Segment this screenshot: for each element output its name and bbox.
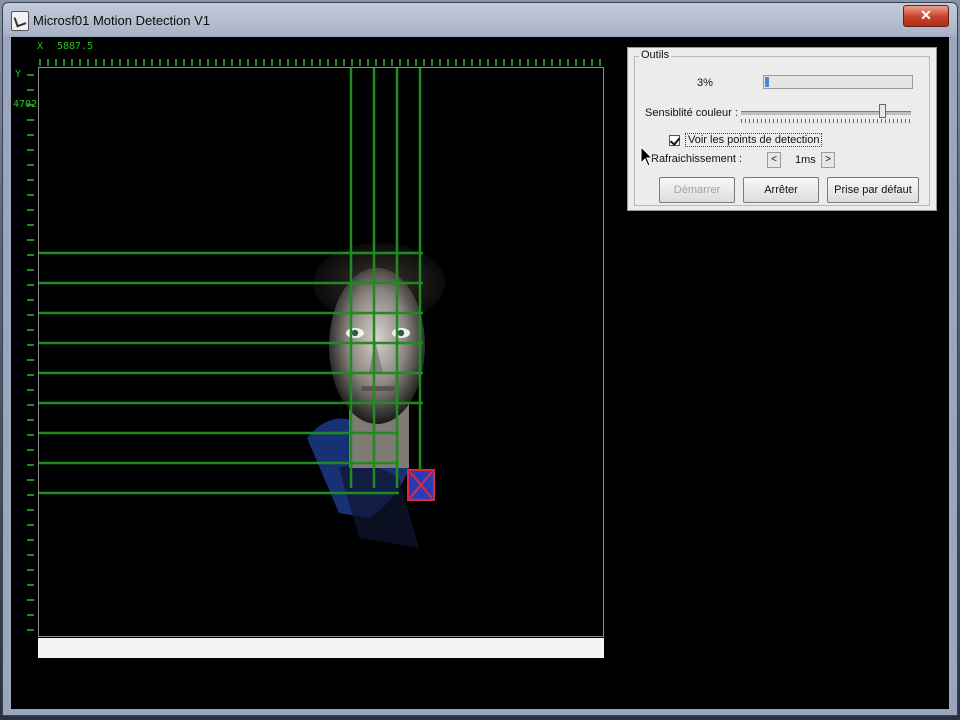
x-coordinate-readout: 5887.5 [57,41,94,52]
y-tick-ruler [27,74,34,631]
tools-groupbox: Outils 3% Sensiblité couleur : Voir les … [634,49,930,206]
tools-panel: Outils 3% Sensiblité couleur : Voir les … [627,47,937,211]
refresh-decrease-button[interactable]: < [767,152,781,168]
progress-bar [763,75,913,89]
close-icon: ✕ [920,7,932,23]
app-icon [11,11,29,31]
default-capture-button[interactable]: Prise par défaut [827,177,919,203]
close-button[interactable]: ✕ [903,5,949,27]
client-area: X 5887.5 Y 4702 Outils 3% Sensiblité cou… [11,37,949,709]
app-window: Microsf01 Motion Detection V1 ✕ X 5887.5… [2,2,958,716]
color-sensitivity-label: Sensiblité couleur : [645,107,738,119]
refresh-value: 1ms [795,154,816,166]
refresh-label: Rafraichissement : [651,153,743,165]
tools-title: Outils [639,49,672,61]
slider-thumb[interactable] [879,104,886,118]
stop-button[interactable]: Arrêter [743,177,819,203]
show-detection-points-label[interactable]: Voir les points de detection [685,133,823,147]
cursor-icon [640,146,654,167]
camera-view[interactable] [38,67,604,637]
slider-ticks [741,119,913,123]
window-title: Microsf01 Motion Detection V1 [33,13,211,28]
detection-marker-icon [407,469,435,501]
x-axis-label: X [37,41,44,52]
title-bar[interactable]: Microsf01 Motion Detection V1 ✕ [3,3,957,37]
webcam-image [39,68,445,548]
status-bar [38,638,604,658]
refresh-increase-button[interactable]: > [821,152,835,168]
progress-percent-label: 3% [697,77,713,89]
show-detection-points-checkbox[interactable] [669,135,680,146]
progress-fill [765,77,769,87]
start-button[interactable]: Démarrer [659,177,735,203]
x-tick-ruler [39,59,601,66]
y-axis-label: Y [15,69,22,80]
